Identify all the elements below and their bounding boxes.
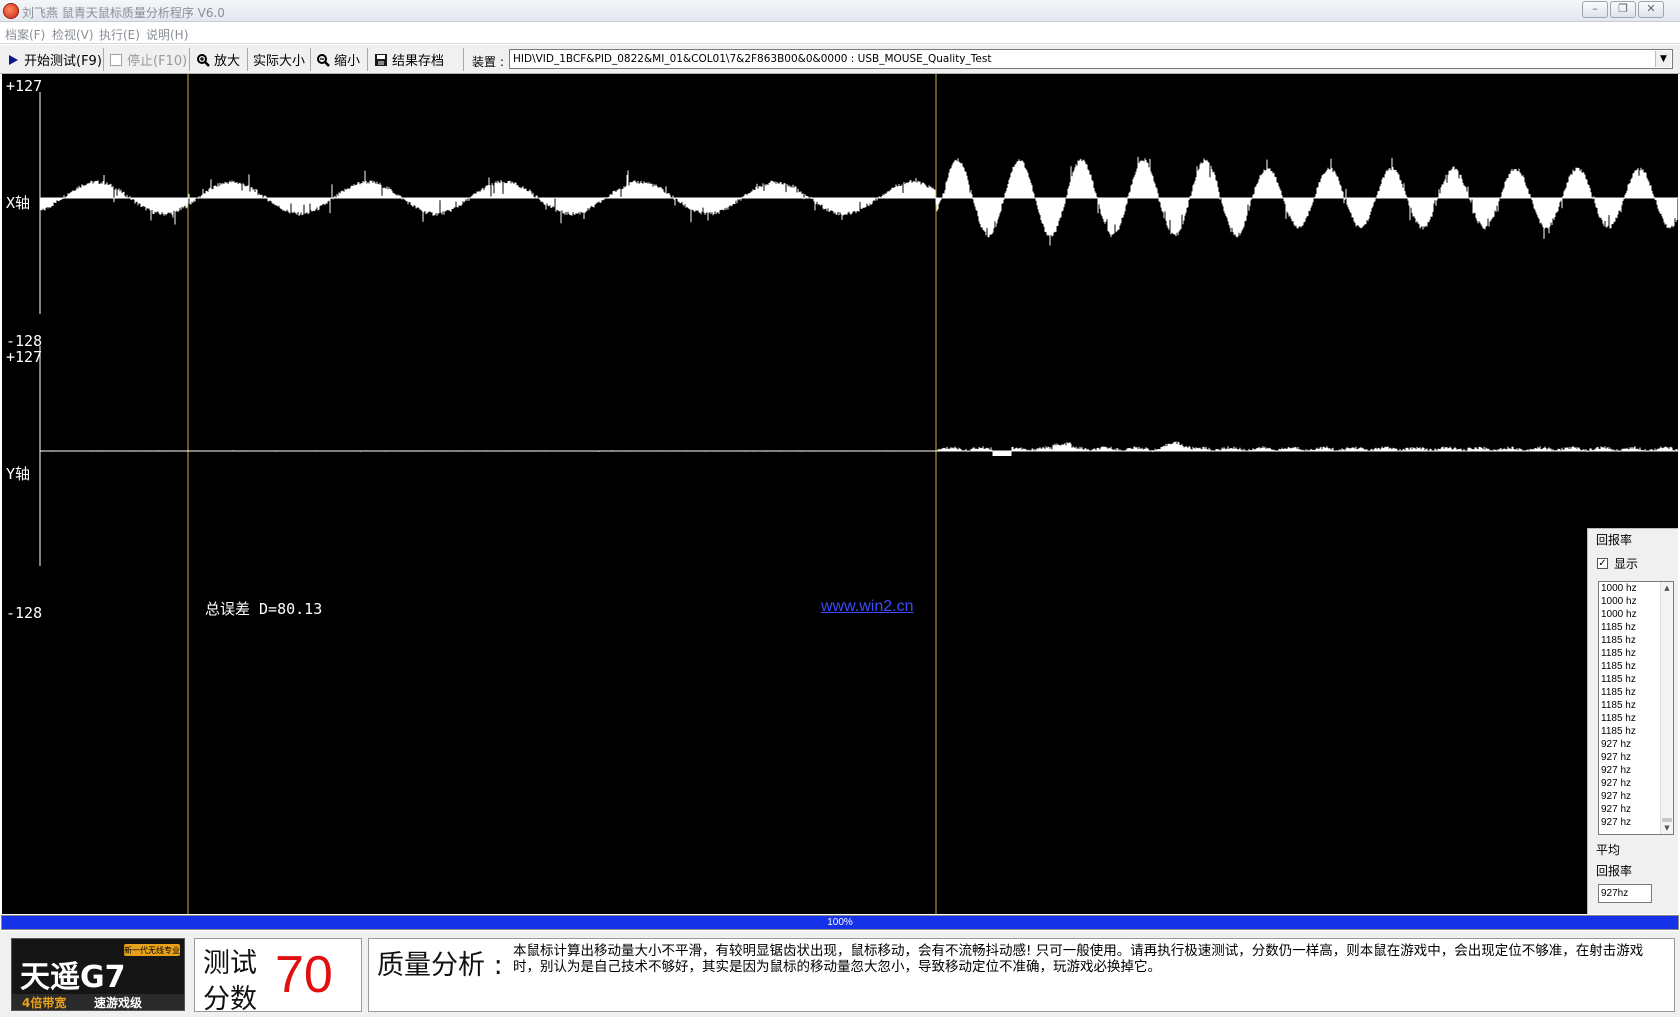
y-signal-path xyxy=(40,441,1678,456)
brand-logo: 新一代无线专业 天遥G7 4倍带宽 速游戏级 xyxy=(11,938,185,1011)
show-report-rate-checkbox[interactable]: ✓ 显示 xyxy=(1597,555,1638,572)
x-axis-label: X轴 xyxy=(6,194,31,212)
zoom-out-icon xyxy=(317,53,330,67)
y-signal-trace xyxy=(40,441,1678,456)
stop-label: 停止(F10) xyxy=(127,54,188,69)
menu-file[interactable]: 档案(F) xyxy=(5,26,45,43)
svg-text:速游戏级: 速游戏级 xyxy=(94,995,142,1010)
title-bar: 刘飞燕 鼠青天鼠标质量分析程序 V6.0 – ❐ ✕ xyxy=(0,0,1680,22)
report-rate-scrollbar[interactable]: ▲ ▼ xyxy=(1660,582,1673,834)
y-axis-min-label: -128 xyxy=(6,604,43,622)
start-test-button[interactable]: 开始测试(F9) xyxy=(2,48,104,71)
chevron-down-icon[interactable]: ▼ xyxy=(1655,51,1671,67)
quality-analysis-title: 质量分析 : xyxy=(377,950,503,981)
zoom-out-button[interactable]: 缩小 xyxy=(312,48,368,71)
score-box: 测试 分数 70 xyxy=(194,938,362,1015)
stop-button[interactable]: 停止(F10) xyxy=(106,48,190,71)
play-icon xyxy=(9,54,18,65)
quality-analysis-text: 本鼠标计算出移动量大小不平滑，有较明显锯齿状出现，鼠标移动，会有不流畅抖动感! … xyxy=(513,943,1644,975)
device-label: 装置 : xyxy=(472,55,504,69)
result-area: 新一代无线专业 天遥G7 4倍带宽 速游戏级 测试 分数 70 质量分析 : 本… xyxy=(0,931,1680,1017)
scroll-down-icon[interactable]: ▼ xyxy=(1661,822,1673,834)
close-button[interactable]: ✕ xyxy=(1638,1,1664,18)
score-label-2: 分数 xyxy=(203,984,257,1015)
brand-logo-graphic: 新一代无线专业 天遥G7 4倍带宽 速游戏级 xyxy=(12,939,184,1010)
signal-graph-canvas xyxy=(39,74,1678,914)
average-rate-label: 回报率 xyxy=(1596,864,1633,878)
actual-size-button[interactable]: 实际大小 xyxy=(249,48,311,71)
zoom-out-label: 缩小 xyxy=(334,54,361,69)
menu-view[interactable]: 检视(V) xyxy=(52,26,94,43)
menu-bar: 档案(F) 检视(V) 执行(E) 说明(H) xyxy=(0,22,1680,44)
report-rate-title: 回报率 xyxy=(1596,533,1633,547)
report-rate-panel: 回报率 ✓ 显示 1000 hz 1000 hz 1000 hz 1185 hz 118… xyxy=(1587,528,1678,914)
svg-text:天遥G7: 天遥G7 xyxy=(20,960,126,995)
maximize-button[interactable]: ❐ xyxy=(1610,1,1636,18)
test-progress-bar: 100% xyxy=(1,915,1679,930)
window-title: 刘飞燕 鼠青天鼠标质量分析程序 V6.0 xyxy=(22,6,225,20)
score-value: 70 xyxy=(275,946,333,1004)
menu-run[interactable]: 执行(E) xyxy=(99,26,140,43)
x-signal-path xyxy=(40,156,1678,246)
start-test-label: 开始测试(F9) xyxy=(24,54,102,69)
save-results-label: 结果存档 xyxy=(392,54,445,69)
average-rate-value: 927hz xyxy=(1598,884,1652,903)
stop-checkbox xyxy=(110,53,122,66)
svg-text:4倍带宽: 4倍带宽 xyxy=(22,995,66,1010)
menu-help[interactable]: 说明(H) xyxy=(146,26,188,43)
x-signal-trace xyxy=(40,156,1678,246)
checkmark-icon: ✓ xyxy=(1597,558,1608,569)
y-axis-label: Y轴 xyxy=(6,465,31,483)
svg-text:新一代无线专业: 新一代无线专业 xyxy=(124,945,180,955)
zoom-in-icon xyxy=(197,53,210,67)
device-select[interactable]: HID\VID_1BCF&PID_0822&MI_01&COL01\7&2F86… xyxy=(509,49,1673,69)
score-label-1: 测试 xyxy=(203,948,257,979)
signal-graph: +127 X轴 -128 +127 Y轴 -128 总误差 D=80.13 ww… xyxy=(2,74,1678,914)
report-rate-list[interactable]: 1000 hz 1000 hz 1000 hz 1185 hz 1185 hz 1185 … xyxy=(1598,581,1674,835)
minimize-button[interactable]: – xyxy=(1582,1,1608,18)
quality-analysis-box: 质量分析 : 本鼠标计算出移动量大小不平滑，有较明显锯齿状出现，鼠标移动，会有不… xyxy=(368,938,1675,1012)
device-select-value: HID\VID_1BCF&PID_0822&MI_01&COL01\7&2F86… xyxy=(513,53,992,65)
scroll-up-icon[interactable]: ▲ xyxy=(1661,582,1673,594)
total-error-label: 总误差 D=80.13 xyxy=(205,600,323,618)
zoom-in-label: 放大 xyxy=(214,54,241,69)
y-axis-max-label: +127 xyxy=(6,348,43,366)
x-axis-max-label: +127 xyxy=(6,77,43,95)
average-label: 平均 xyxy=(1596,843,1621,857)
zoom-in-button[interactable]: 放大 xyxy=(192,48,248,71)
progress-text: 100% xyxy=(827,917,853,928)
actual-size-label: 实际大小 xyxy=(253,54,306,69)
show-report-rate-label: 显示 xyxy=(1614,557,1639,571)
app-icon xyxy=(3,3,19,19)
website-link[interactable]: www.win2.cn xyxy=(821,598,913,616)
floppy-disk-icon xyxy=(375,53,387,66)
save-results-button[interactable]: 结果存档 xyxy=(370,48,464,71)
